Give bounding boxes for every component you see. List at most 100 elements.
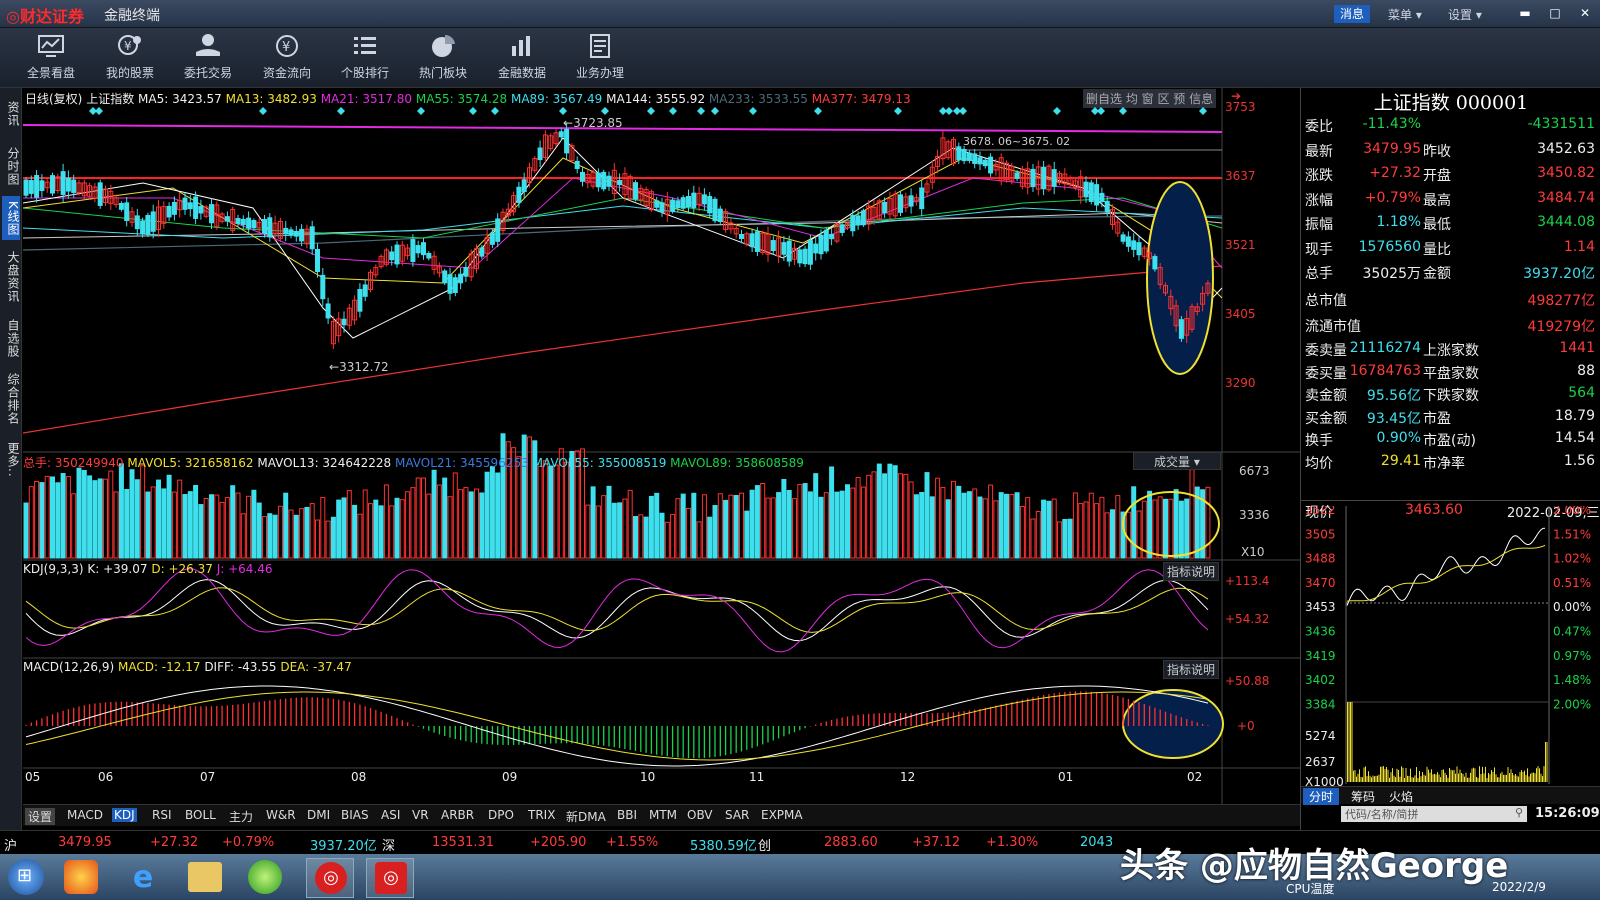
volume-bar	[754, 485, 760, 559]
folder-icon[interactable]	[188, 862, 222, 892]
start-button[interactable]: ⊞	[8, 859, 44, 895]
message-button[interactable]: 消息	[1334, 5, 1370, 23]
macd-explain-button[interactable]: 指标说明	[1163, 660, 1220, 679]
tab-obv[interactable]: OBV	[687, 808, 713, 822]
candle-body	[1104, 200, 1110, 213]
taskbar-caida-1[interactable]: ◎	[306, 858, 354, 898]
candle-body	[1094, 184, 1100, 206]
volume-bar	[129, 469, 135, 559]
green-app-icon[interactable]	[248, 860, 282, 894]
toolbar-item-financial-data[interactable]: 金融数据	[487, 32, 557, 81]
candle-body	[389, 251, 395, 261]
candle-body	[267, 217, 273, 238]
kdj-explain-button[interactable]: 指标说明	[1163, 562, 1220, 581]
tab-arbr[interactable]: ARBR	[441, 808, 474, 822]
volume-bar	[1173, 489, 1179, 559]
code-search-input[interactable]: 代码/名称/简拼 ⚲	[1341, 806, 1527, 822]
candle-body	[134, 215, 140, 230]
tab-main-force[interactable]: 主力	[229, 808, 253, 825]
left-tab-market-news[interactable]: 大盘资讯	[2, 248, 20, 306]
tab-expma[interactable]: EXPMA	[761, 808, 803, 822]
mini-volume-bar	[1513, 775, 1515, 782]
y-tick: 3753	[1225, 100, 1256, 114]
tab-bbi[interactable]: BBI	[617, 808, 637, 822]
taskbar-app-icon[interactable]	[64, 860, 98, 894]
volume-bar	[1131, 486, 1137, 559]
tab-bias[interactable]: BIAS	[341, 808, 369, 822]
volume-bar	[251, 489, 257, 559]
toolbar-item-trade[interactable]: 委托交易	[173, 32, 243, 81]
toolbar-item-panorama[interactable]: 全景看盘	[16, 32, 86, 81]
tab-settings[interactable]: 设置	[25, 808, 56, 825]
tab-macd[interactable]: MACD	[67, 808, 103, 822]
left-tab-more[interactable]: 更多..	[2, 438, 20, 482]
menu-button[interactable]: 菜单 ▾	[1388, 6, 1422, 23]
mini-tab-timeshare[interactable]: 分时	[1303, 788, 1340, 805]
toolbar-label: 热门板块	[418, 66, 467, 80]
toolbar-item-money-flow[interactable]: ¥ 资金流向	[252, 32, 322, 81]
left-tab-kline[interactable]: K线图	[2, 196, 20, 240]
tab-asi[interactable]: ASI	[381, 808, 400, 822]
mini-volume-bar	[1404, 777, 1405, 782]
tab-kdj[interactable]: KDJ	[112, 808, 137, 822]
tab-wr[interactable]: W&R	[266, 808, 296, 822]
volume-selector[interactable]: 成交量 ▾	[1133, 452, 1221, 470]
volume-bar	[595, 505, 601, 559]
tab-new-dma[interactable]: 新DMA	[566, 808, 606, 825]
settings-button[interactable]: 设置 ▾	[1448, 6, 1482, 23]
tab-mtm[interactable]: MTM	[649, 808, 677, 822]
candle-body	[193, 196, 199, 219]
toolbar-item-ranking[interactable]: 个股排行	[330, 32, 400, 81]
candle-body	[898, 194, 903, 213]
maximize-button[interactable]: □	[1546, 5, 1564, 21]
volume-bar	[1104, 512, 1110, 559]
volume-bar	[638, 514, 644, 559]
toolbar-item-my-stocks[interactable]: ¥ 我的股票	[95, 32, 165, 81]
volume-bar	[845, 484, 850, 559]
volume-bar	[675, 498, 681, 559]
mini-tab-flame[interactable]: 火焰	[1389, 788, 1413, 805]
tab-vr[interactable]: VR	[412, 808, 429, 822]
candle-body	[262, 219, 267, 234]
mini-volume-bar	[1537, 766, 1539, 782]
tab-boll[interactable]: BOLL	[185, 808, 216, 822]
candle-body	[707, 196, 713, 214]
minimize-button[interactable]: ▬	[1516, 5, 1534, 21]
volume-bar	[421, 477, 426, 559]
mini-volume-bar	[1425, 775, 1426, 782]
volume-bar	[1152, 499, 1158, 559]
candle-body	[521, 179, 527, 193]
left-tab-watchlist[interactable]: 自选股	[2, 316, 20, 360]
candle-body	[564, 128, 570, 154]
candle-body	[118, 202, 124, 210]
tab-dpo[interactable]: DPO	[488, 808, 514, 822]
kline-chart-area[interactable]: 日线(复权) 上证指数 MA5: 3423.57 MA13: 3482.93 M…	[23, 88, 1300, 804]
quote-row: 最新 3479.95 昨收 3452.63	[1301, 139, 1600, 163]
toolbar-item-business[interactable]: 业务办理	[565, 32, 635, 81]
tab-rsi[interactable]: RSI	[152, 808, 172, 822]
taskbar-caida-2[interactable]: ◎	[366, 858, 414, 898]
candle-body	[537, 147, 543, 161]
close-button[interactable]: ✕	[1576, 5, 1594, 21]
mini-tab-chips[interactable]: 筹码	[1351, 788, 1375, 805]
toolbar-item-hot-sectors[interactable]: 热门板块	[408, 32, 478, 81]
volume-bar	[611, 502, 617, 559]
left-tab-ranking[interactable]: 综合排名	[2, 370, 20, 428]
left-tab-news[interactable]: 资讯	[2, 92, 20, 136]
quote-value: 419279亿	[1527, 319, 1595, 335]
tab-dmi[interactable]: DMI	[307, 808, 330, 822]
candle-body	[717, 208, 723, 222]
tab-sar[interactable]: SAR	[725, 808, 749, 822]
tab-trix[interactable]: TRIX	[528, 808, 555, 822]
candle-body	[802, 248, 808, 265]
ie-browser-icon[interactable]: e	[126, 860, 160, 895]
kdj-title: KDJ(9,3,3)	[23, 562, 84, 576]
ma377-line	[23, 265, 1223, 434]
quote-row: 涨幅 +0.79% 最高 3484.74	[1301, 188, 1600, 212]
volume-bar	[606, 485, 612, 559]
volume-bar	[882, 473, 888, 559]
kdj-k-value: K: +39.07	[87, 562, 148, 576]
y-tick: 6673	[1239, 464, 1270, 478]
candle-body	[299, 228, 305, 242]
left-tab-timeshare[interactable]: 分时图	[2, 144, 20, 188]
